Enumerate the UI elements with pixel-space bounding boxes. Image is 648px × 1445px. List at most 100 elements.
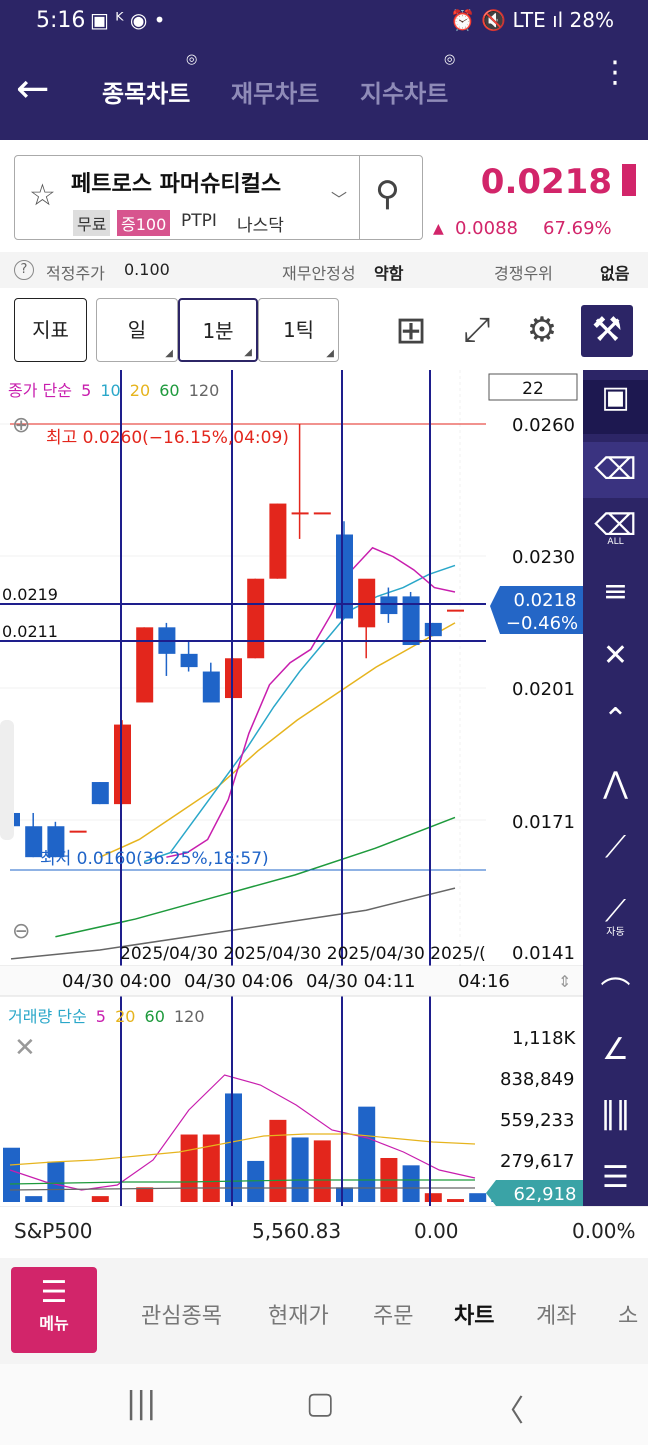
tab-marker-icon: ◎ (444, 52, 456, 67)
fan-icon[interactable]: ⌒ (583, 968, 648, 1012)
chevron-down-icon[interactable]: ﹀ (331, 186, 347, 210)
tab-marker-icon: ◎ (186, 52, 198, 67)
period-minute-button[interactable]: 1분 ◢ (178, 298, 258, 362)
stock-selector[interactable]: ☆ 페트로스 파머슈티컬스 무료 증100 PTPI 나스닥 ﹀ ⚲ (14, 155, 423, 240)
price-indicator-bar (622, 164, 636, 196)
vol-legend-20: 20 (115, 1007, 135, 1026)
volume-bar (47, 1161, 65, 1202)
clock: 5:16 (36, 8, 86, 33)
hcl-line-icon[interactable]: ≡ (583, 574, 648, 609)
nav-more[interactable]: 소 (618, 1298, 638, 1330)
eraser-icon[interactable]: ⌫ (583, 442, 648, 498)
back-icon[interactable]: 〈 (494, 1386, 524, 1430)
volume-bar (336, 1187, 353, 1202)
more-options-icon[interactable]: ⋮ (600, 58, 630, 88)
fullscreen-icon[interactable]: ⤢ (452, 305, 502, 355)
corner-icon: ◢ (165, 348, 173, 359)
angle-line-icon[interactable]: ∠ (583, 1032, 648, 1067)
trend-line-icon[interactable]: ⟋ (583, 830, 648, 865)
gear-icon[interactable]: ⚙ (517, 305, 567, 355)
volume-bar (225, 1093, 242, 1202)
cross-line-icon[interactable]: ✕ (583, 638, 648, 673)
volume-bar (424, 1193, 442, 1202)
grid-layout-icon[interactable]: ⊞ (386, 305, 436, 355)
drawing-tools-icon[interactable]: ⚒ (581, 305, 633, 357)
tab-index-chart[interactable]: 지수차트 (360, 74, 448, 109)
candle-body (447, 609, 464, 612)
auto-label: 자동 (606, 927, 625, 938)
recent-apps-icon[interactable]: ||| (126, 1386, 156, 1421)
nav-account[interactable]: 계좌 (536, 1298, 576, 1330)
bottom-menu-bar: ☰ 메뉴 관심종목 현재가 주문 차트 계좌 소 (0, 1258, 648, 1364)
price-tick: 0.0201 (512, 679, 575, 700)
volume-bar (136, 1187, 154, 1202)
system-navigation-bar: ||| ▢ 〈 (0, 1364, 648, 1445)
date-labels-overlap: 2025/04/30 2025/04/30 2025/04/30 2025/( (120, 944, 486, 964)
stock-chart[interactable]: 종가 단순 5 10 20 60 120 22 ⊕ ⊖ 최고 0.0260(−1… (0, 370, 583, 1206)
vol-legend-5: 5 (96, 1007, 106, 1026)
tab-financial-chart[interactable]: 재무차트 (231, 74, 319, 109)
auto-trend-icon[interactable]: ⟋ 자동 (583, 894, 648, 938)
nav-watchlist[interactable]: 관심종목 (141, 1298, 222, 1330)
horizontal-line-icon[interactable]: ⌃ (583, 702, 648, 737)
close-volume-icon[interactable]: ✕ (14, 1033, 36, 1063)
menu-button[interactable]: ☰ 메뉴 (11, 1267, 97, 1353)
price-change-percent: 67.69% (543, 218, 612, 239)
price-tick: 0.0141 (512, 943, 575, 964)
minute-label: 1분 (202, 319, 234, 343)
volume-tick: 1,118K (512, 1028, 577, 1049)
candle-body (202, 671, 220, 703)
indicator-button[interactable]: 지표 (14, 298, 87, 362)
valuation-info-row: ? 적정주가 0.100 재무안정성 약함 경쟁우위 없음 (0, 252, 648, 288)
volume-bar (180, 1134, 198, 1202)
candle-body (380, 596, 398, 615)
vol-legend-120: 120 (174, 1007, 205, 1026)
chart-background (0, 370, 583, 1206)
candle-body (336, 534, 353, 619)
nav-order[interactable]: 주문 (373, 1298, 413, 1330)
volume-tick: 838,849 (500, 1069, 574, 1090)
margin-badge: 증100 (117, 210, 171, 236)
parallel-lines-icon[interactable]: ‖‖ (583, 1096, 648, 1131)
vertical-line-icon[interactable]: ⋀ (583, 766, 648, 801)
volume-bar (3, 1147, 20, 1202)
volume-bar (269, 1119, 287, 1202)
ma-legend-20: 20 (130, 381, 150, 400)
status-bar: 5:16 ▣ ᴷ ◉ • ⏰ 🔇 LTE ıl 28% (0, 0, 648, 44)
horizontal-channel-icon[interactable]: ☰ (583, 1160, 648, 1195)
day-label: 일 (127, 318, 147, 342)
help-icon[interactable]: ? (14, 260, 34, 280)
all-label: ALL (607, 537, 624, 547)
side-drawer-handle[interactable] (0, 720, 14, 840)
volume-bar (447, 1199, 464, 1202)
ma-legend-120: 120 (189, 381, 220, 400)
search-icon[interactable]: ⚲ (375, 174, 400, 214)
ma-legend-prefix: 종가 단순 (8, 381, 72, 400)
hline-label-0211: 0.0211 (2, 622, 58, 641)
zoom-in-icon[interactable]: ⊕ (12, 413, 30, 438)
hline-label-0219: 0.0219 (2, 585, 58, 604)
save-icon[interactable]: ▣ (583, 380, 648, 434)
fair-price-label: 적정주가 (46, 264, 105, 283)
menu-label: 메뉴 (39, 1314, 69, 1333)
volume-tick: 279,617 (500, 1151, 574, 1172)
volume-bar (402, 1165, 420, 1202)
hamburger-icon: ☰ (40, 1275, 68, 1310)
home-icon[interactable]: ▢ (306, 1386, 334, 1421)
index-ticker-bar[interactable]: S&P500 5,560.83 0.00 0.00% (0, 1206, 648, 1258)
candle-body (69, 830, 87, 833)
scroll-arrows-icon[interactable]: ⇕ (558, 972, 571, 991)
period-day-button[interactable]: 일 ◢ (96, 298, 178, 362)
nav-current-price[interactable]: 현재가 (268, 1298, 329, 1330)
nav-chart[interactable]: 차트 (454, 1298, 494, 1330)
tick-label: 1틱 (282, 318, 315, 342)
tab-stock-chart[interactable]: 종목차트 (102, 74, 190, 109)
eraser-all-icon[interactable]: ⌫ ALL (583, 508, 648, 547)
stock-name: 페트로스 파머슈티컬스 (71, 172, 282, 197)
favorite-star-icon[interactable]: ☆ (29, 178, 56, 213)
period-tick-button[interactable]: 1틱 ◢ (258, 298, 339, 362)
zoom-out-icon[interactable]: ⊖ (12, 919, 30, 944)
market-name: 나스닥 (237, 216, 284, 236)
back-arrow-icon[interactable]: ← (16, 66, 50, 112)
candle-body (91, 782, 109, 805)
